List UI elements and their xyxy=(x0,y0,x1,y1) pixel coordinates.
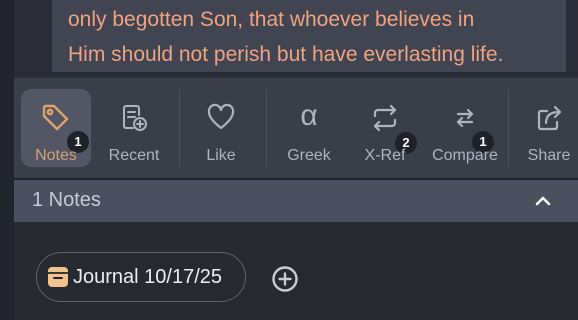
toolbar-item-label: Notes xyxy=(35,147,77,164)
notes-section-header[interactable]: 1 Notes xyxy=(14,180,578,222)
toolbar-item-label: X-Ref xyxy=(364,147,406,164)
notes-panel: Journal 10/17/25 xyxy=(14,222,578,320)
toolbar-item-compare[interactable]: 1 Compare xyxy=(428,89,502,167)
toolbar-item-share[interactable]: Share xyxy=(516,89,578,167)
toolbar-item-label: Share xyxy=(527,147,571,164)
toolbar-item-label: Recent xyxy=(108,147,160,164)
verse-area: only begotten Son, that whoever believes… xyxy=(0,0,578,78)
verse-action-toolbar: 1 Notes Recent Like α Greek 2 X-Ref 1 Co… xyxy=(14,78,578,178)
toolbar-item-notes[interactable]: 1 Notes xyxy=(21,89,91,167)
toolbar-item-like[interactable]: Like xyxy=(188,89,254,167)
toolbar-item-label: Like xyxy=(206,147,236,164)
chevron-up-icon[interactable] xyxy=(532,190,554,212)
verse-text[interactable]: only begotten Son, that whoever believes… xyxy=(68,2,573,72)
alpha-icon: α xyxy=(300,99,318,132)
toolbar-item-xref[interactable]: 2 X-Ref xyxy=(352,89,418,167)
verse-line-2: Him should not perish but have everlasti… xyxy=(68,43,504,66)
toolbar-item-recent[interactable]: Recent xyxy=(101,89,167,167)
plus-circle-icon[interactable] xyxy=(271,265,299,293)
verse-line-1: only begotten Son, that whoever believes… xyxy=(68,8,475,31)
tag-icon xyxy=(39,101,73,135)
note-chip-label: Journal 10/17/25 xyxy=(73,266,223,288)
heart-icon xyxy=(204,101,238,135)
toolbar-item-label: Compare xyxy=(432,147,498,164)
verse-edge xyxy=(0,0,14,78)
journal-icon xyxy=(47,266,69,288)
toolbar-item-greek[interactable]: α Greek xyxy=(276,89,342,167)
compare-arrows-icon xyxy=(448,101,482,135)
notes-section-title: 1 Notes xyxy=(32,189,101,211)
cross-ref-icon xyxy=(368,101,402,135)
recent-doc-icon xyxy=(117,101,151,135)
note-chip-journal[interactable]: Journal 10/17/25 xyxy=(36,252,246,302)
share-icon xyxy=(532,101,566,135)
toolbar-item-label: Greek xyxy=(287,147,331,164)
